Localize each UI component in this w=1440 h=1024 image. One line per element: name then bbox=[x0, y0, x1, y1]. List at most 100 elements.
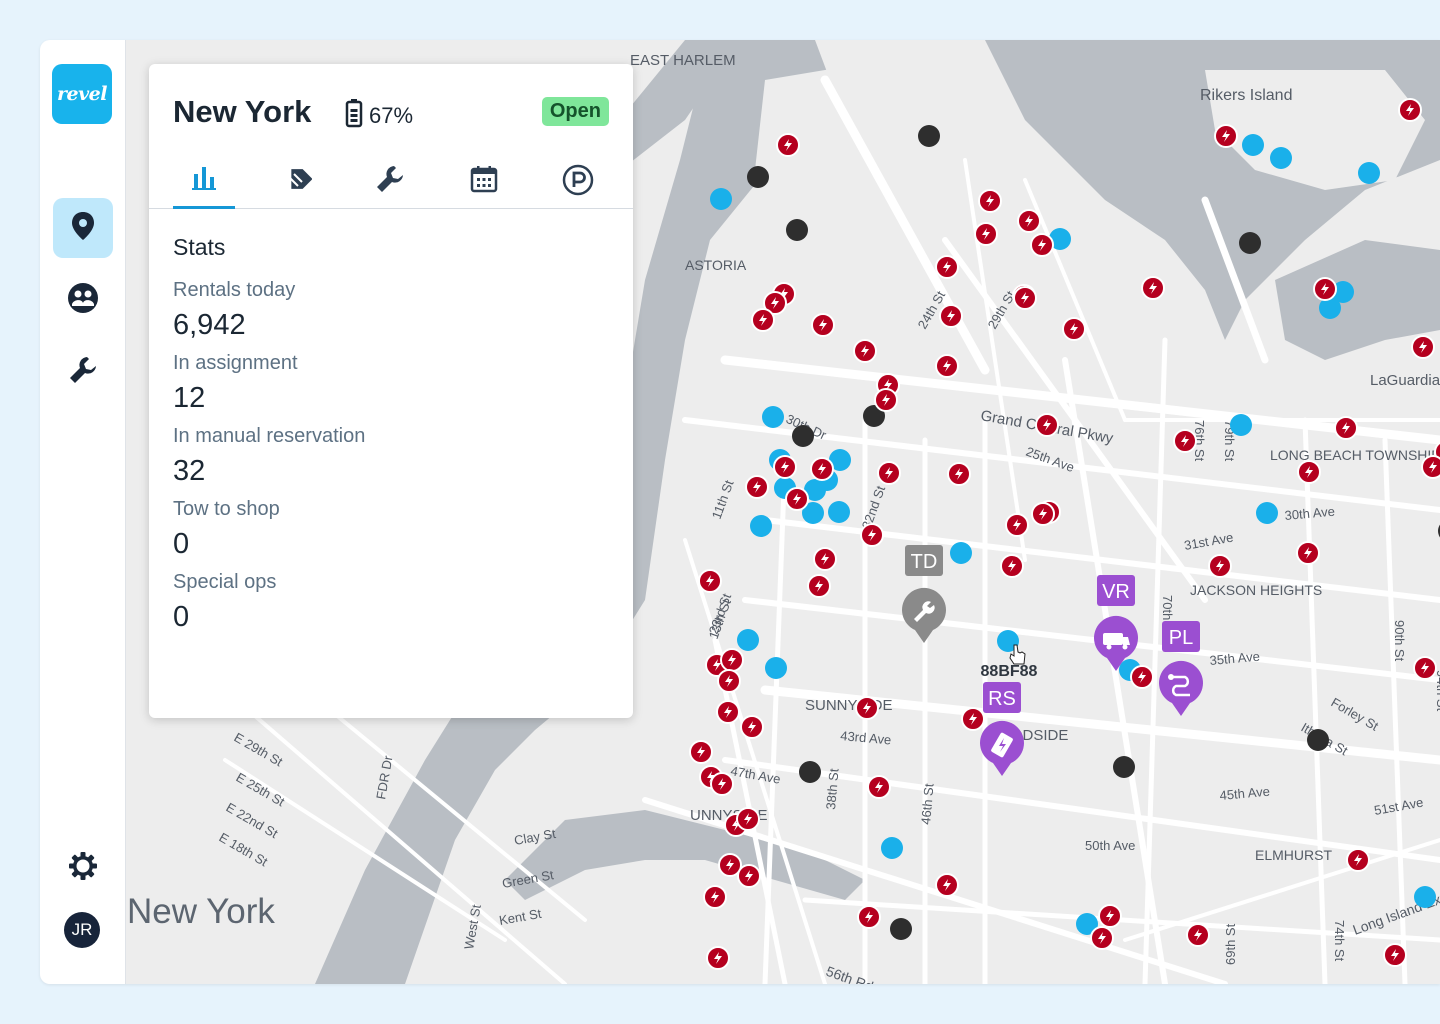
available-vehicle-marker[interactable] bbox=[1414, 886, 1436, 908]
service-vehicle-marker[interactable] bbox=[1013, 286, 1037, 310]
tab-tags[interactable] bbox=[266, 156, 328, 208]
service-vehicle-marker[interactable] bbox=[874, 388, 898, 412]
service-vehicle-marker[interactable] bbox=[1186, 923, 1210, 947]
service-vehicle-marker[interactable] bbox=[1214, 124, 1238, 148]
map-label: LaGuardia Airport bbox=[1370, 372, 1440, 389]
service-vehicle-marker[interactable] bbox=[710, 772, 734, 796]
service-vehicle-marker[interactable] bbox=[1297, 460, 1321, 484]
service-vehicle-marker[interactable] bbox=[947, 462, 971, 486]
available-vehicle-marker[interactable] bbox=[737, 629, 759, 651]
service-vehicle-marker[interactable] bbox=[860, 523, 884, 547]
service-vehicle-marker[interactable] bbox=[1411, 335, 1435, 359]
service-vehicle-marker[interactable] bbox=[1334, 416, 1358, 440]
offline-vehicle-marker[interactable] bbox=[918, 125, 940, 147]
service-vehicle-marker[interactable] bbox=[867, 775, 891, 799]
service-vehicle-marker[interactable] bbox=[720, 648, 744, 672]
settings-button[interactable] bbox=[53, 838, 113, 898]
available-vehicle-marker[interactable] bbox=[762, 406, 784, 428]
service-vehicle-marker[interactable] bbox=[717, 669, 741, 693]
service-vehicle-marker[interactable] bbox=[810, 457, 834, 481]
available-vehicle-marker[interactable] bbox=[1270, 147, 1292, 169]
nav-team-button[interactable] bbox=[53, 270, 113, 330]
service-vehicle-marker[interactable] bbox=[935, 873, 959, 897]
available-vehicle-marker[interactable] bbox=[1358, 162, 1380, 184]
available-vehicle-marker[interactable] bbox=[750, 515, 772, 537]
service-vehicle-marker[interactable] bbox=[1141, 276, 1165, 300]
offline-vehicle-marker[interactable] bbox=[799, 761, 821, 783]
service-vehicle-marker[interactable] bbox=[857, 905, 881, 929]
service-vehicle-marker[interactable] bbox=[939, 304, 963, 328]
service-vehicle-marker[interactable] bbox=[1296, 541, 1320, 565]
service-vehicle-marker[interactable] bbox=[703, 885, 727, 909]
available-vehicle-marker[interactable] bbox=[765, 657, 787, 679]
user-avatar[interactable]: JR bbox=[64, 912, 100, 948]
service-vehicle-marker[interactable] bbox=[811, 313, 835, 337]
tab-stats[interactable] bbox=[173, 156, 235, 209]
service-vehicle-marker[interactable] bbox=[1098, 904, 1122, 928]
service-vehicle-marker[interactable] bbox=[1313, 277, 1337, 301]
available-vehicle-marker[interactable] bbox=[1256, 502, 1278, 524]
available-vehicle-marker[interactable] bbox=[710, 188, 732, 210]
service-vehicle-marker[interactable] bbox=[1130, 665, 1154, 689]
service-vehicle-marker[interactable] bbox=[1030, 233, 1054, 257]
service-vehicle-marker[interactable] bbox=[1413, 656, 1437, 680]
service-vehicle-marker[interactable] bbox=[1173, 429, 1197, 453]
map-label: EAST HARLEM bbox=[630, 52, 736, 69]
service-vehicle-marker[interactable] bbox=[689, 740, 713, 764]
service-vehicle-marker[interactable] bbox=[813, 547, 837, 571]
service-vehicle-marker[interactable] bbox=[807, 574, 831, 598]
service-vehicle-marker[interactable] bbox=[974, 222, 998, 246]
service-vehicle-marker[interactable] bbox=[737, 864, 761, 888]
tab-schedule[interactable] bbox=[453, 156, 515, 208]
service-vehicle-marker[interactable] bbox=[1000, 554, 1024, 578]
service-vehicle-marker[interactable] bbox=[745, 475, 769, 499]
service-vehicle-marker[interactable] bbox=[877, 461, 901, 485]
service-vehicle-marker[interactable] bbox=[1031, 502, 1055, 526]
service-vehicle-marker[interactable] bbox=[1035, 413, 1059, 437]
service-vehicle-marker[interactable] bbox=[776, 133, 800, 157]
service-vehicle-marker[interactable] bbox=[740, 715, 764, 739]
service-vehicle-marker[interactable] bbox=[1383, 943, 1407, 967]
available-vehicle-marker[interactable] bbox=[950, 542, 972, 564]
stat-item: In assignment 12 bbox=[173, 352, 603, 415]
service-vehicle-marker[interactable] bbox=[935, 255, 959, 279]
service-vehicle-marker[interactable] bbox=[1017, 209, 1041, 233]
revel-logo[interactable]: revel bbox=[52, 64, 112, 124]
tab-parking[interactable] bbox=[547, 156, 609, 208]
service-vehicle-marker[interactable] bbox=[751, 308, 775, 332]
service-vehicle-marker[interactable] bbox=[773, 455, 797, 479]
service-vehicle-marker[interactable] bbox=[978, 189, 1002, 213]
offline-vehicle-marker[interactable] bbox=[786, 219, 808, 241]
available-vehicle-marker[interactable] bbox=[828, 501, 850, 523]
service-vehicle-marker[interactable] bbox=[736, 807, 760, 831]
offline-vehicle-marker[interactable] bbox=[890, 918, 912, 940]
available-vehicle-marker[interactable] bbox=[881, 837, 903, 859]
service-vehicle-marker[interactable] bbox=[935, 354, 959, 378]
service-vehicle-marker[interactable] bbox=[855, 696, 879, 720]
service-vehicle-marker[interactable] bbox=[961, 707, 985, 731]
service-vehicle-marker[interactable] bbox=[706, 946, 730, 970]
service-vehicle-marker[interactable] bbox=[1398, 98, 1422, 122]
service-vehicle-marker[interactable] bbox=[1090, 926, 1114, 950]
nav-service-button[interactable] bbox=[53, 342, 113, 402]
offline-vehicle-marker[interactable] bbox=[792, 425, 814, 447]
nav-map-button[interactable] bbox=[53, 198, 113, 258]
service-vehicle-marker[interactable] bbox=[1062, 317, 1086, 341]
offline-vehicle-marker[interactable] bbox=[1113, 756, 1135, 778]
service-vehicle-marker[interactable] bbox=[1005, 513, 1029, 537]
service-vehicle-marker[interactable] bbox=[853, 339, 877, 363]
service-vehicle-marker[interactable] bbox=[1346, 848, 1370, 872]
tag-icon bbox=[282, 164, 313, 199]
offline-vehicle-marker[interactable] bbox=[1307, 729, 1329, 751]
map-label: 74th St bbox=[1332, 920, 1347, 962]
offline-vehicle-marker[interactable] bbox=[747, 166, 769, 188]
available-vehicle-marker[interactable] bbox=[1242, 134, 1264, 156]
service-vehicle-marker[interactable] bbox=[785, 487, 809, 511]
tab-service[interactable] bbox=[359, 156, 421, 208]
service-vehicle-marker[interactable] bbox=[716, 700, 740, 724]
offline-vehicle-marker[interactable] bbox=[1239, 232, 1261, 254]
service-vehicle-marker[interactable] bbox=[1208, 554, 1232, 578]
available-vehicle-marker[interactable] bbox=[1230, 414, 1252, 436]
service-vehicle-marker[interactable] bbox=[1421, 455, 1440, 479]
service-vehicle-marker[interactable] bbox=[698, 569, 722, 593]
